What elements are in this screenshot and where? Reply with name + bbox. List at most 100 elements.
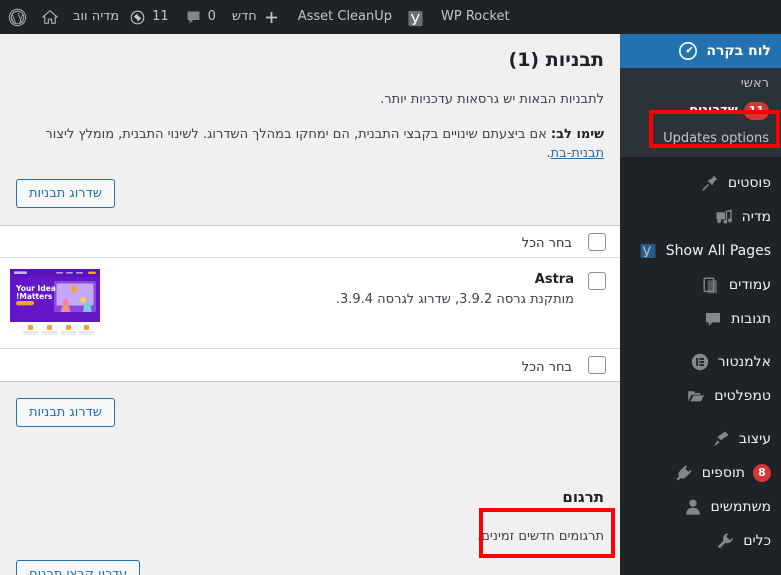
upgrade-themes-top-wrap: שדרוג תבניות — [16, 179, 604, 208]
admin-bar-wp-logo[interactable] — [0, 0, 37, 34]
themes-table: בחר הכל Astra מותקנת גרסה 3.9.2, שדרוג ל… — [0, 225, 620, 382]
sidebar-item-dashboard-label: לוח בקרה — [706, 43, 771, 59]
theme-checkbox-cell — [574, 258, 620, 290]
admin-bar-site-home[interactable] — [37, 0, 63, 34]
admin-bar-wp-rocket[interactable]: WP Rocket — [431, 0, 520, 34]
yoast-icon — [408, 9, 425, 26]
select-all-bottom-cell — [574, 356, 620, 374]
admin-bar-comments[interactable]: 0 — [177, 0, 224, 34]
theme-astra-thumbnail: Your Idea Matters! — [10, 269, 100, 337]
admin-bar-wp-rocket-label: WP Rocket — [441, 9, 510, 24]
select-all-top-cell — [574, 232, 620, 251]
admin-bar-comments-count: 0 — [207, 9, 216, 24]
themes-table-header-row: בחר הכל — [0, 226, 620, 258]
sidebar-item-templates-label: טמפלטים — [714, 388, 771, 404]
sidebar-item-posts-label: פוסטים — [727, 175, 771, 191]
sidebar-subitem-home[interactable]: ראשי — [620, 72, 781, 96]
sidebar-item-pages[interactable]: עמודים — [620, 268, 781, 302]
themes-section-header: תבניות (1) לתבניות הבאות יש גרסאות עדכני… — [0, 48, 620, 208]
sidebar-item-plugins[interactable]: תוספים 8 — [620, 456, 781, 490]
media-icon — [714, 207, 734, 227]
update-translations-wrap: עדכון קבצי תרגום — [16, 560, 604, 575]
translations-heading: תרגום — [562, 488, 604, 506]
wp-admin-screen: מדיה ווב 11 0 חדש Asset CleanUp WP Rocke… — [0, 0, 781, 575]
sidebar-item-plugins-label: תוספים — [701, 465, 745, 481]
home-icon — [41, 8, 59, 26]
sidebar-subitem-home-label: ראשי — [740, 76, 769, 91]
admin-bar-site-name[interactable]: מדיה ווב — [63, 0, 121, 34]
table-row: Astra מותקנת גרסה 3.9.2, שדרוג לגרסה 3.9… — [0, 258, 620, 349]
updates-page-content: תבניות (1) לתבניות הבאות יש גרסאות עדכני… — [0, 34, 620, 575]
select-all-top-label: בחר הכל — [521, 236, 572, 251]
sidebar-item-posts[interactable]: פוסטים — [620, 166, 781, 200]
admin-bar-new-content-label: חדש — [231, 9, 257, 24]
updates-icon — [129, 9, 146, 26]
theme-astra-meta: Astra מותקנת גרסה 3.9.2, שדרוג לגרסה 3.9… — [110, 269, 574, 311]
sidebar-item-users-label: משתמשים — [710, 499, 771, 515]
dashboard-icon — [678, 41, 698, 61]
users-icon — [683, 497, 703, 517]
sidebar-submenu-dashboard: ראשי שדרוגים 11 Updates options — [620, 68, 781, 157]
translations-text: תרגומים חדשים זמינים. — [477, 529, 604, 544]
sidebar-subitem-updates-options-label: Updates options — [663, 131, 769, 146]
sidebar-item-dashboard[interactable]: לוח בקרה — [620, 34, 781, 68]
theme-astra-cell: Astra מותקנת גרסה 3.9.2, שדרוג לגרסה 3.9… — [0, 258, 574, 348]
comments-icon — [703, 309, 723, 329]
sidebar-item-elementor[interactable]: אלמנטור — [620, 345, 781, 379]
themes-table-footer-row: בחר הכל — [0, 349, 620, 381]
theme-astra-version: מותקנת גרסה 3.9.2, שדרוג לגרסה 3.9.4. — [335, 292, 574, 307]
sidebar-item-show-all-pages-label: Show All Pages — [665, 243, 771, 259]
theme-astra-checkbox[interactable] — [588, 272, 606, 290]
sidebar-item-appearance[interactable]: עיצוב — [620, 422, 781, 456]
select-all-bottom-checkbox[interactable] — [588, 356, 606, 374]
sidebar-item-comments[interactable]: תגובות — [620, 302, 781, 336]
select-all-top-checkbox[interactable] — [588, 232, 606, 251]
select-all-top-label-cell: בחר הכל — [0, 232, 574, 251]
sidebar-separator-3 — [620, 413, 781, 422]
elementor-icon — [690, 352, 710, 372]
sidebar-item-pages-label: עמודים — [728, 277, 771, 293]
admin-bar-yoast-seo[interactable] — [402, 0, 431, 34]
select-all-bottom-label: בחר הכל — [521, 359, 572, 375]
themes-notice-bold: שימו לב: — [550, 127, 604, 142]
sidebar-subitem-updates-label: שדרוגים — [689, 103, 738, 118]
templates-icon — [686, 386, 706, 406]
theme-astra-name: Astra — [534, 272, 574, 287]
sidebar-item-media-label: מדיה — [741, 209, 771, 225]
upgrade-themes-bottom-wrap: שדרוג תבניות — [0, 398, 620, 427]
appearance-icon — [711, 429, 731, 449]
admin-bar-asset-cleanup-label: Asset CleanUp — [297, 9, 393, 24]
sidebar-item-media[interactable]: מדיה — [620, 200, 781, 234]
sidebar-item-show-all-pages[interactable]: Show All Pages — [620, 234, 781, 268]
plugins-icon — [674, 463, 694, 483]
themes-notice-text: שימו לב: אם ביצעתם שינויים בקבצי התבנית,… — [16, 125, 604, 163]
translations-section: תרגום תרגומים חדשים זמינים. עדכון קבצי ת… — [0, 487, 620, 575]
admin-bar-asset-cleanup[interactable]: Asset CleanUp — [288, 0, 402, 34]
upgrade-themes-button-bottom[interactable]: שדרוג תבניות — [16, 398, 115, 427]
sidebar-item-appearance-label: עיצוב — [738, 431, 771, 447]
tools-icon — [715, 531, 735, 551]
sidebar-subitem-updates[interactable]: שדרוגים 11 — [620, 96, 781, 126]
themes-heading: תבניות (1) — [508, 49, 605, 71]
themes-notice-rest: אם ביצעתם שינויים בקבצי התבנית, הם ימחקו… — [45, 127, 551, 142]
plus-icon — [263, 9, 280, 26]
themes-intro-text: לתבניות הבאות יש גרסאות עדכניות יותר. — [380, 92, 604, 107]
child-theme-link[interactable]: תבנית-בת — [551, 146, 604, 161]
admin-bar-new-content[interactable]: חדש — [224, 0, 288, 34]
sidebar-item-templates[interactable]: טמפלטים — [620, 379, 781, 413]
comment-icon — [185, 9, 202, 26]
select-all-bottom-label-cell: בחר הכל — [0, 356, 574, 375]
show-all-pages-icon — [638, 241, 658, 261]
update-translations-button[interactable]: עדכון קבצי תרגום — [16, 560, 141, 575]
sidebar-item-tools[interactable]: כלים — [620, 524, 781, 558]
admin-bar-updates-count: 11 — [152, 9, 169, 24]
sidebar-subitem-updates-options[interactable]: Updates options — [620, 126, 781, 151]
admin-sidebar-menu: לוח בקרה ראשי שדרוגים 11 Updates options — [620, 34, 781, 575]
admin-bar: מדיה ווב 11 0 חדש Asset CleanUp WP Rocke… — [0, 0, 781, 34]
admin-bar-updates[interactable]: 11 — [121, 0, 177, 34]
sidebar-item-elementor-label: אלמנטור — [717, 354, 771, 370]
sidebar-item-comments-label: תגובות — [731, 311, 771, 327]
sidebar-subitem-updates-badge: 11 — [743, 102, 769, 120]
upgrade-themes-button-top[interactable]: שדרוג תבניות — [16, 179, 115, 208]
sidebar-item-users[interactable]: משתמשים — [620, 490, 781, 524]
